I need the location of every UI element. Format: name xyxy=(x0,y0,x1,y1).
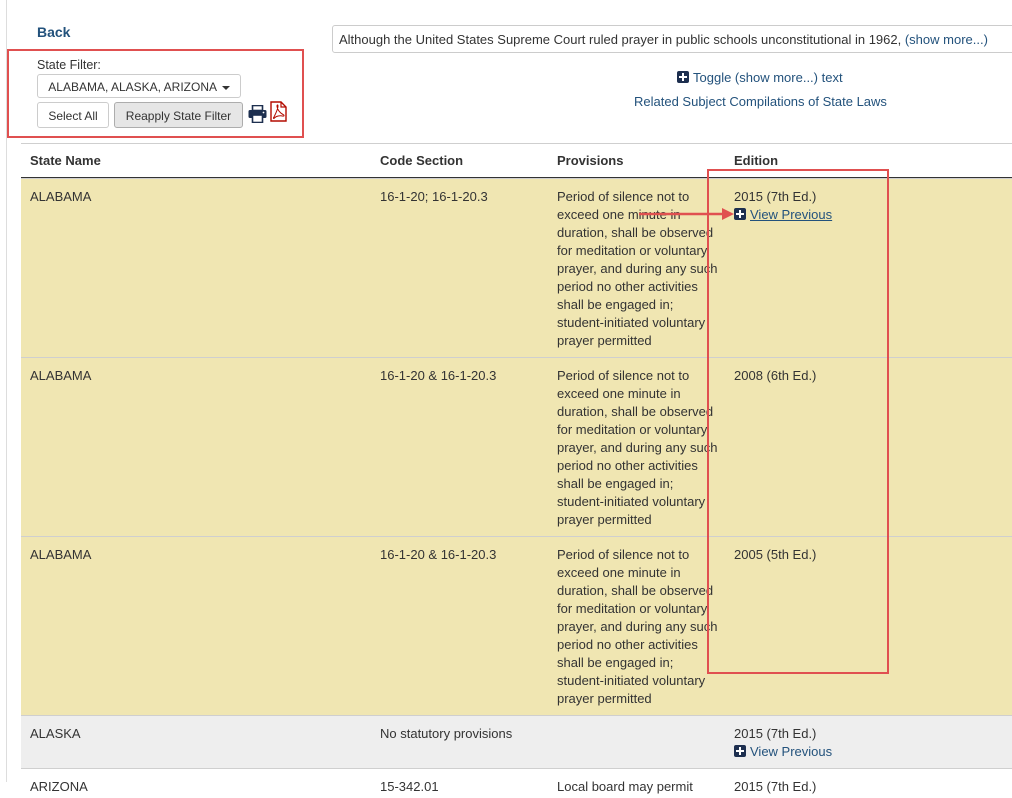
cell-state-name: ALABAMA xyxy=(30,189,92,204)
edition-label: 2015 (7th Ed.) xyxy=(734,726,817,741)
cell-edition: 2015 (7th Ed.) View Previous xyxy=(734,725,832,761)
view-previous-link[interactable]: View Previous xyxy=(734,743,832,761)
caret-down-icon xyxy=(221,85,230,90)
cell-provisions: Local board may permit xyxy=(557,779,693,794)
column-header-state-name[interactable]: State Name xyxy=(30,153,101,168)
pdf-icon[interactable] xyxy=(270,101,287,122)
state-filter-panel: State Filter: ALABAMA, ALASKA, ARIZONA S… xyxy=(7,49,304,138)
cell-state-name: ALABAMA xyxy=(30,368,92,383)
toggle-label: Toggle (show more...) text xyxy=(693,70,843,85)
intro-text: Although the United States Supreme Court… xyxy=(339,32,905,47)
cell-provisions: Period of silence not to exceed one minu… xyxy=(557,368,718,527)
cell-provisions: Period of silence not to exceed one minu… xyxy=(557,189,718,348)
table-row: ALABAMA 16-1-20; 16-1-20.3 Period of sil… xyxy=(21,178,1012,357)
view-previous-label: View Previous xyxy=(750,207,833,222)
column-header-provisions[interactable]: Provisions xyxy=(557,153,623,168)
state-filter-dropdown[interactable]: ALABAMA, ALASKA, ARIZONA xyxy=(37,74,241,98)
cell-state-name: ALABAMA xyxy=(30,547,92,562)
cell-state-name: ARIZONA xyxy=(30,779,88,794)
cell-edition: 2015 (7th Ed.) xyxy=(734,779,817,794)
table-row: ALABAMA 16-1-20 & 16-1-20.3 Period of si… xyxy=(21,357,1012,536)
cell-edition: 2015 (7th Ed.) View Previous xyxy=(734,188,832,224)
column-header-edition[interactable]: Edition xyxy=(734,153,778,168)
select-all-button[interactable]: Select All xyxy=(37,102,109,128)
plus-square-icon xyxy=(734,745,746,757)
edition-label: 2015 (7th Ed.) xyxy=(734,189,817,204)
back-link[interactable]: Back xyxy=(37,24,70,40)
cell-code-section: 15-342.01 xyxy=(380,779,439,794)
plus-square-icon xyxy=(734,208,746,220)
plus-square-icon xyxy=(677,71,689,83)
intro-text-box: Although the United States Supreme Court… xyxy=(332,25,1012,53)
toggle-show-more-link[interactable]: Toggle (show more...) text xyxy=(677,70,843,85)
table-top-divider xyxy=(21,143,1012,144)
reapply-state-filter-button[interactable]: Reapply State Filter xyxy=(114,102,243,128)
intro-show-more-link[interactable]: (show more...) xyxy=(905,32,988,47)
cell-code-section: 16-1-20 & 16-1-20.3 xyxy=(380,547,497,562)
table-row: ALABAMA 16-1-20 & 16-1-20.3 Period of si… xyxy=(21,536,1012,715)
cell-code-section: No statutory provisions xyxy=(380,726,513,741)
print-icon[interactable] xyxy=(248,105,267,123)
view-previous-link[interactable]: View Previous xyxy=(734,206,832,224)
view-previous-label: View Previous xyxy=(750,744,833,759)
related-compilations-link[interactable]: Related Subject Compilations of State La… xyxy=(634,94,887,109)
cell-state-name: ALASKA xyxy=(30,726,81,741)
cell-code-section: 16-1-20 & 16-1-20.3 xyxy=(380,368,497,383)
column-header-code-section[interactable]: Code Section xyxy=(380,153,463,168)
table-row: ALASKA No statutory provisions 2015 (7th… xyxy=(21,715,1012,768)
cell-code-section: 16-1-20; 16-1-20.3 xyxy=(380,189,488,204)
cell-provisions: Period of silence not to exceed one minu… xyxy=(557,547,718,706)
cell-edition: 2005 (5th Ed.) xyxy=(734,547,817,562)
table-row: ARIZONA 15-342.01 Local board may permit… xyxy=(21,768,1012,798)
state-filter-label: State Filter: xyxy=(37,58,101,72)
cell-edition: 2008 (6th Ed.) xyxy=(734,368,817,383)
state-dropdown-value: ALABAMA, ALASKA, ARIZONA xyxy=(48,80,217,94)
